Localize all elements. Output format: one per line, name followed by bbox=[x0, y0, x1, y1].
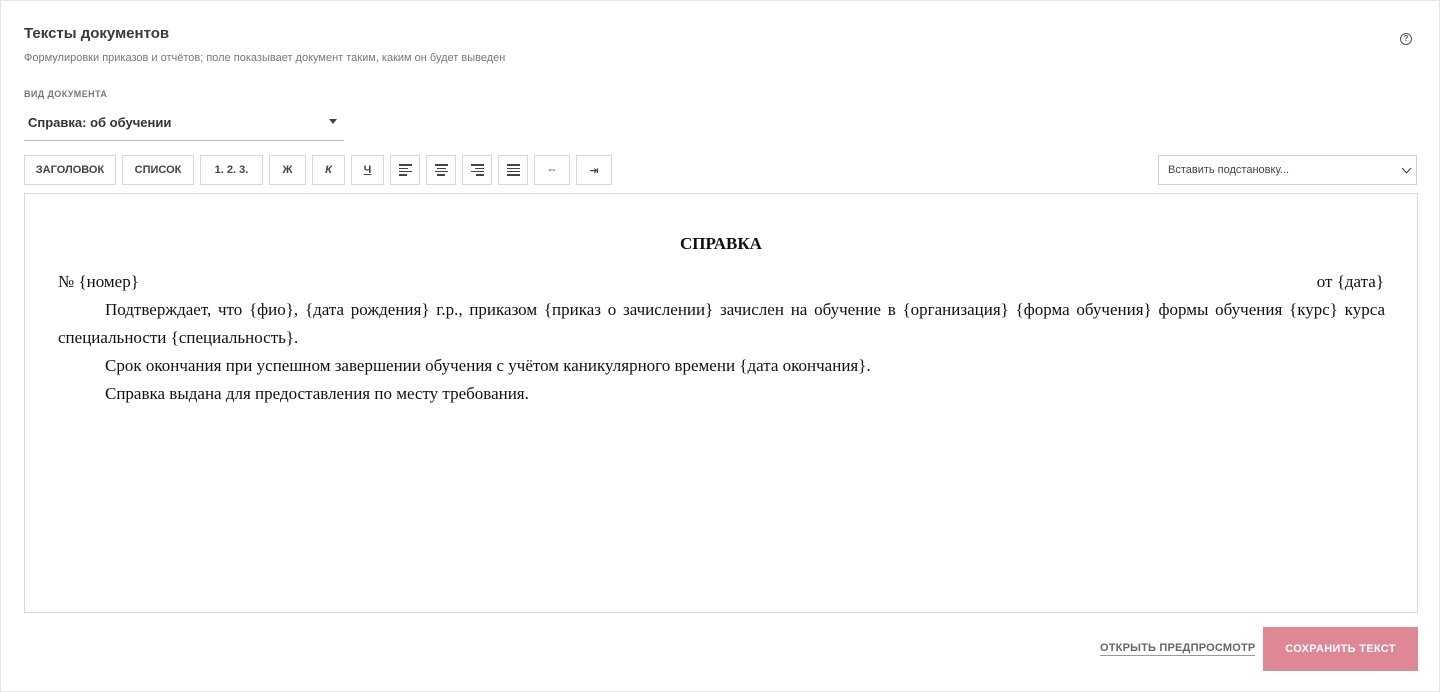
doc-type-value: Справка: об обучении bbox=[28, 115, 172, 130]
save-text-button[interactable]: СОХРАНИТЬ ТЕКСТ bbox=[1263, 627, 1418, 671]
substitution-select[interactable]: Вставить подстановку... bbox=[1158, 155, 1417, 185]
align-left-icon bbox=[398, 164, 412, 176]
doc-type-select[interactable]: Справка: об обучении bbox=[24, 105, 344, 141]
panel-title: Тексты документов bbox=[24, 25, 170, 42]
help-icon[interactable]: ? bbox=[1400, 33, 1412, 45]
italic-button[interactable]: К bbox=[312, 155, 345, 185]
align-center-icon bbox=[434, 164, 448, 176]
chevron-down-icon bbox=[1401, 163, 1412, 174]
panel-subtitle: Формулировки приказов и отчётов; поле по… bbox=[24, 52, 506, 64]
document-editor[interactable]: СПРАВКА № {номер} от {дата} Подтверждает… bbox=[24, 193, 1418, 613]
caret-down-icon bbox=[329, 119, 337, 124]
align-right-icon bbox=[470, 164, 484, 176]
document-number: № {номер} bbox=[58, 272, 139, 291]
align-center-button[interactable] bbox=[426, 155, 456, 185]
document-date: от {дата} bbox=[1316, 272, 1384, 291]
list-button[interactable]: СПИСОК bbox=[122, 155, 194, 185]
open-preview-link[interactable]: ОТКРЫТЬ ПРЕДПРОСМОТР bbox=[1100, 642, 1256, 656]
underline-button[interactable]: Ч bbox=[351, 155, 384, 185]
heading-button[interactable]: ЗАГОЛОВОК bbox=[24, 155, 116, 185]
document-paragraph: Срок окончания при успешном завершении о… bbox=[105, 356, 871, 375]
document-paragraph: Справка выдана для предоставления по мес… bbox=[105, 384, 529, 403]
underline-label: Ч bbox=[363, 164, 372, 176]
align-left-button[interactable] bbox=[390, 155, 420, 185]
indent-button[interactable]: ⇥ bbox=[576, 155, 612, 185]
document-body: Подтверждает, что {фио}, {дата рождения}… bbox=[58, 296, 1385, 408]
bold-button[interactable]: Ж bbox=[269, 155, 306, 185]
doc-type-label: ВИД ДОКУМЕНТА bbox=[24, 89, 108, 99]
align-justify-button[interactable] bbox=[498, 155, 528, 185]
indent-both-button[interactable]: ⇔ bbox=[534, 155, 570, 185]
document-paragraph: Подтверждает, что {фио}, {дата рождения}… bbox=[58, 300, 1385, 347]
align-right-button[interactable] bbox=[462, 155, 492, 185]
align-justify-icon bbox=[506, 164, 520, 176]
numbered-list-button[interactable]: 1. 2. 3. bbox=[200, 155, 263, 185]
substitution-select-value: Вставить подстановку... bbox=[1168, 164, 1290, 176]
document-texts-panel: Тексты документов Формулировки приказов … bbox=[0, 0, 1440, 692]
document-heading: СПРАВКА bbox=[680, 234, 762, 253]
